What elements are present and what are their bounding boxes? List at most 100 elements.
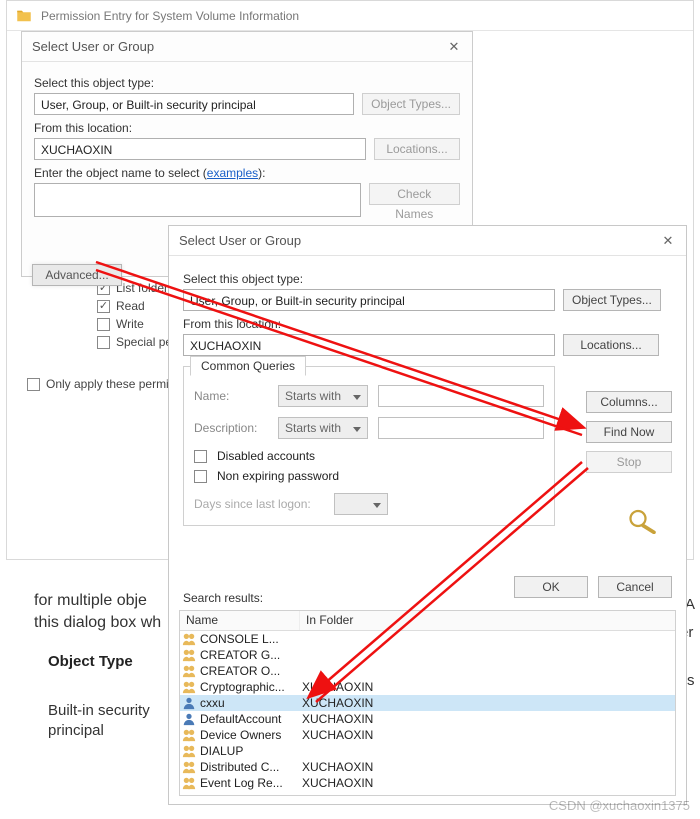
results-header[interactable]: Name In Folder — [180, 611, 675, 631]
object-types-button[interactable]: Object Types... — [362, 93, 460, 115]
permission-entry-title: Permission Entry for System Volume Infor… — [41, 9, 299, 23]
result-folder — [300, 647, 675, 663]
name-filter-input[interactable] — [378, 385, 544, 407]
examples-link[interactable]: examples — [207, 166, 258, 180]
result-name: Device Owners — [198, 727, 300, 743]
group-icon — [180, 743, 198, 759]
result-row[interactable]: CONSOLE L... — [180, 631, 675, 647]
close-icon[interactable]: ✕ — [446, 39, 462, 55]
user-icon — [180, 695, 198, 711]
enter-name-prefix: Enter the object name to select ( — [34, 166, 207, 180]
dialog-titlebar: Select User or Group ✕ — [169, 226, 686, 256]
result-row[interactable]: CREATOR G... — [180, 647, 675, 663]
non-expiring-label: Non expiring password — [217, 469, 339, 483]
bg-text: this dialog box wh — [34, 614, 161, 632]
result-folder: XUCHAOXIN — [300, 711, 675, 727]
watermark: CSDN @xuchaoxin1375 — [549, 798, 690, 813]
group-icon — [180, 759, 198, 775]
location-field[interactable]: XUCHAOXIN — [183, 334, 555, 356]
checkbox-icon[interactable] — [97, 300, 110, 313]
name-mode-select[interactable]: Starts with — [278, 385, 368, 407]
group-icon — [180, 775, 198, 791]
close-icon[interactable]: ✕ — [660, 233, 676, 249]
perm-label: Write — [116, 317, 144, 331]
check-names-button[interactable]: Check Names — [369, 183, 460, 205]
object-type-field[interactable]: User, Group, or Built-in security princi… — [34, 93, 354, 115]
locations-button[interactable]: Locations... — [563, 334, 659, 356]
result-folder — [300, 663, 675, 679]
user-icon — [180, 711, 198, 727]
location-label: From this location: — [183, 317, 672, 331]
name-filter-label: Name: — [194, 389, 268, 403]
result-name: CONSOLE L... — [198, 631, 300, 647]
result-folder: XUCHAOXIN — [300, 775, 675, 791]
search-results-label: Search results: — [183, 591, 263, 605]
result-row[interactable]: Distributed C...XUCHAOXIN — [180, 759, 675, 775]
only-apply-label: Only apply these permiss — [46, 377, 181, 391]
col-name[interactable]: Name — [180, 611, 300, 630]
object-type-label: Select this object type: — [34, 76, 460, 90]
permission-entry-titlebar: Permission Entry for System Volume Infor… — [7, 1, 693, 31]
result-row[interactable]: Cryptographic...XUCHAOXIN — [180, 679, 675, 695]
result-name: cxxu — [198, 695, 300, 711]
col-folder[interactable]: In Folder — [300, 611, 675, 630]
locations-button[interactable]: Locations... — [374, 138, 460, 160]
folder-icon — [15, 7, 33, 25]
result-name: Event Log Re... — [198, 775, 300, 791]
common-queries-tab[interactable]: Common Queries — [190, 356, 306, 376]
find-now-button[interactable]: Find Now — [586, 421, 672, 443]
common-queries-group: Common Queries Name: Starts with Descrip… — [183, 366, 555, 526]
description-filter-input[interactable] — [378, 417, 544, 439]
cancel-button[interactable]: Cancel — [598, 576, 672, 598]
result-row[interactable]: DIALUP — [180, 743, 675, 759]
select-user-group-advanced-dialog: Select User or Group ✕ Select this objec… — [168, 225, 687, 805]
checkbox-icon[interactable] — [27, 378, 40, 391]
location-field[interactable]: XUCHAOXIN — [34, 138, 366, 160]
result-folder — [300, 743, 675, 759]
object-types-button[interactable]: Object Types... — [563, 289, 661, 311]
location-label: From this location: — [34, 121, 460, 135]
enter-name-suffix: ): — [258, 166, 265, 180]
result-name: Cryptographic... — [198, 679, 300, 695]
bg-text: principal — [48, 722, 104, 739]
days-since-logon-label: Days since last logon: — [194, 497, 324, 511]
result-row[interactable]: DefaultAccountXUCHAOXIN — [180, 711, 675, 727]
result-row[interactable]: Event Log Re...XUCHAOXIN — [180, 775, 675, 791]
checkbox-icon[interactable] — [97, 318, 110, 331]
only-apply-row[interactable]: Only apply these permiss — [27, 377, 181, 391]
description-filter-label: Description: — [194, 421, 268, 435]
bg-text: Built-in security — [48, 702, 150, 719]
result-name: Distributed C... — [198, 759, 300, 775]
description-mode-select[interactable]: Starts with — [278, 417, 368, 439]
columns-button[interactable]: Columns... — [586, 391, 672, 413]
dialog-title: Select User or Group — [179, 233, 301, 248]
bg-heading: Object Type — [48, 653, 133, 670]
object-type-field[interactable]: User, Group, or Built-in security princi… — [183, 289, 555, 311]
group-icon — [180, 679, 198, 695]
result-row[interactable]: Device OwnersXUCHAOXIN — [180, 727, 675, 743]
group-icon — [180, 631, 198, 647]
disabled-accounts-label: Disabled accounts — [217, 449, 315, 463]
enter-name-label: Enter the object name to select (example… — [34, 166, 460, 180]
days-since-logon-select[interactable] — [334, 493, 388, 515]
result-folder: XUCHAOXIN — [300, 759, 675, 775]
dialog-title: Select User or Group — [32, 39, 154, 54]
checkbox-icon[interactable] — [194, 450, 207, 463]
result-folder: XUCHAOXIN — [300, 679, 675, 695]
object-name-input[interactable] — [34, 183, 361, 217]
stop-button[interactable]: Stop — [586, 451, 672, 473]
advanced-button[interactable]: Advanced... — [32, 264, 122, 286]
bg-text: for multiple obje — [34, 592, 147, 610]
checkbox-icon[interactable] — [97, 336, 110, 349]
search-results-list[interactable]: Name In Folder CONSOLE L...CREATOR G...C… — [179, 610, 676, 796]
result-name: CREATOR G... — [198, 647, 300, 663]
result-folder — [300, 631, 675, 647]
result-row[interactable]: CREATOR O... — [180, 663, 675, 679]
group-icon — [180, 647, 198, 663]
checkbox-icon[interactable] — [194, 470, 207, 483]
result-name: DIALUP — [198, 743, 300, 759]
group-icon — [180, 727, 198, 743]
result-row[interactable]: cxxuXUCHAOXIN — [180, 695, 675, 711]
perm-label: Read — [116, 299, 145, 313]
ok-button[interactable]: OK — [514, 576, 588, 598]
